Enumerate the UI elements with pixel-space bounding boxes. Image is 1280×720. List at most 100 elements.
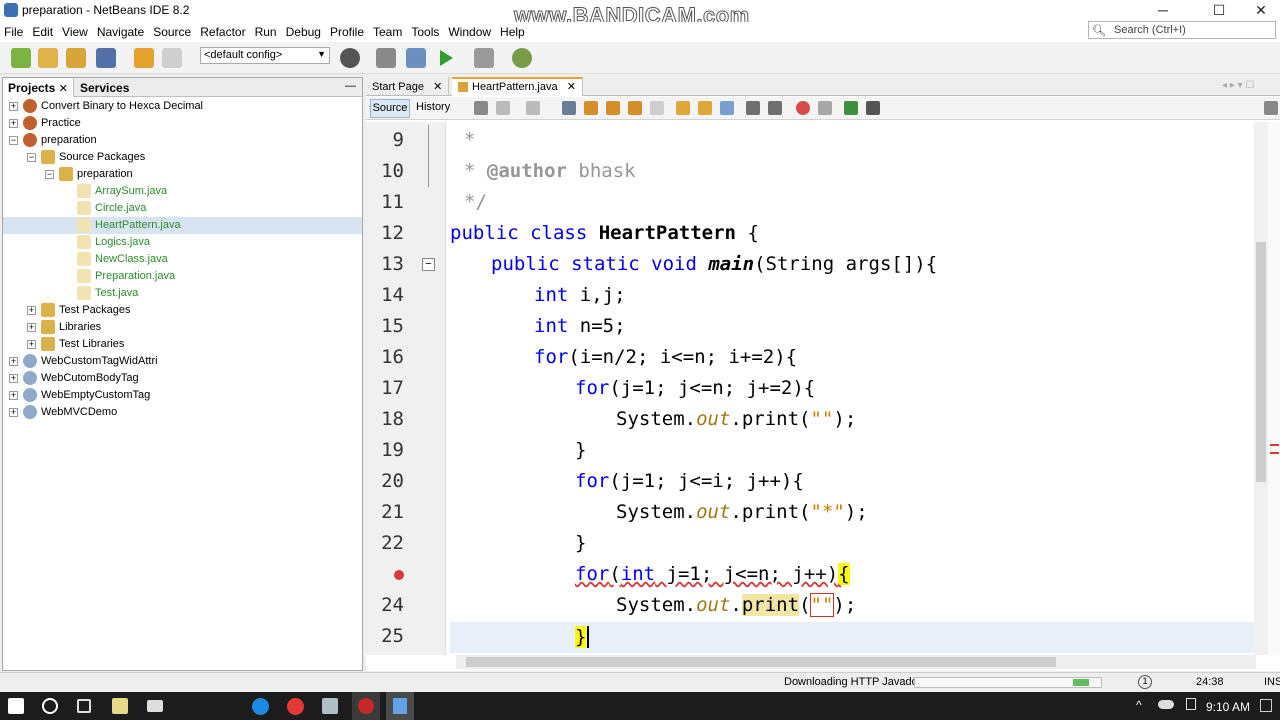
tree-item[interactable]: Test.java: [3, 285, 362, 302]
start-macro-icon[interactable]: [796, 101, 810, 115]
tab-services[interactable]: Services: [75, 78, 134, 97]
tree-item[interactable]: + WebCustomTagWidAttri: [3, 353, 362, 370]
clean-build-icon[interactable]: [406, 48, 426, 68]
tree-item[interactable]: Preparation.java: [3, 268, 362, 285]
code-line-23[interactable]: for(int j=1; j<=n; j++){: [575, 559, 850, 590]
error-mark[interactable]: [1270, 452, 1279, 454]
find-next-icon[interactable]: [606, 101, 620, 115]
menu-debug[interactable]: Debug: [282, 22, 326, 39]
netbeans-task[interactable]: [386, 692, 414, 720]
code-line-13[interactable]: public static void main(String args[]){: [491, 249, 937, 280]
open-project-icon[interactable]: [66, 48, 86, 68]
tree-item[interactable]: − preparation: [3, 166, 362, 183]
tree-item[interactable]: + Test Packages: [3, 302, 362, 319]
code-line-11[interactable]: */: [464, 187, 487, 218]
minimize-button[interactable]: ─: [1140, 0, 1186, 22]
code-line-20[interactable]: for(j=1; j<=i; j++){: [575, 466, 804, 497]
expand-icon[interactable]: +: [27, 306, 36, 315]
tab-navigation-icon[interactable]: ◂ ▸ ▾ ☐: [1222, 80, 1254, 91]
tab-projects[interactable]: Projects ✕: [3, 78, 74, 97]
toggle-bookmark-icon[interactable]: [720, 101, 734, 115]
tree-item[interactable]: NewClass.java: [3, 251, 362, 268]
expand-icon[interactable]: +: [9, 102, 18, 111]
notifications-icon[interactable]: 1: [1138, 675, 1152, 689]
toggle-highlight-icon[interactable]: [628, 101, 642, 115]
forward-icon[interactable]: [526, 101, 540, 115]
vertical-scrollbar[interactable]: [1254, 122, 1268, 655]
tree-item[interactable]: + Test Libraries: [3, 336, 362, 353]
menu-navigate[interactable]: Navigate: [93, 22, 149, 39]
menu-help[interactable]: Help: [496, 22, 530, 39]
code-line-16[interactable]: for(i=n/2; i<=n; i+=2){: [534, 342, 797, 373]
tree-item[interactable]: − Source Packages: [3, 149, 362, 166]
code-line-15[interactable]: int n=5;: [534, 311, 626, 342]
close-icon[interactable]: ✕: [59, 83, 68, 95]
tree-item[interactable]: + WebCutomBodyTag: [3, 370, 362, 387]
debug-icon[interactable]: [474, 48, 494, 68]
menu-window[interactable]: Window: [444, 22, 496, 39]
expand-icon[interactable]: +: [9, 408, 18, 417]
chrome-icon[interactable]: [287, 698, 304, 715]
config-select[interactable]: <default config> ▼: [200, 47, 330, 64]
tree-item[interactable]: + Libraries: [3, 319, 362, 336]
profile-icon[interactable]: [512, 48, 532, 68]
stop-macro-icon[interactable]: [818, 101, 832, 115]
error-stripe[interactable]: [1268, 122, 1280, 655]
menu-view[interactable]: View: [58, 22, 93, 39]
shift-left-icon[interactable]: [746, 101, 760, 115]
search-input[interactable]: 🔍︎ Search (Ctrl+I): [1088, 21, 1276, 39]
tree-item[interactable]: + Convert Binary to Hexca Decimal: [3, 98, 362, 115]
previous-bookmark-icon[interactable]: [676, 101, 690, 115]
menu-team[interactable]: Team: [369, 22, 407, 39]
mail-icon[interactable]: [147, 700, 163, 712]
scrollbar-thumb[interactable]: [466, 657, 1056, 667]
collapse-icon[interactable]: −: [9, 136, 18, 145]
speaker-icon[interactable]: [1186, 698, 1196, 710]
tab-start-page[interactable]: Start Page ✕: [366, 77, 450, 96]
last-edit-icon[interactable]: [474, 101, 488, 115]
back-icon[interactable]: [496, 101, 510, 115]
expand-icon[interactable]: +: [27, 323, 36, 332]
shift-right-icon[interactable]: [768, 101, 782, 115]
tree-item[interactable]: + Practice: [3, 115, 362, 132]
task-view-icon[interactable]: [77, 699, 91, 713]
tree-item[interactable]: + WebMVCDemo: [3, 404, 362, 421]
expand-icon[interactable]: +: [27, 340, 36, 349]
menu-tools[interactable]: Tools: [407, 22, 444, 39]
comment-icon[interactable]: [844, 101, 858, 115]
close-icon[interactable]: ✕: [567, 81, 576, 93]
expand-icon[interactable]: +: [9, 119, 18, 128]
history-mode-button[interactable]: History: [416, 101, 450, 113]
code-line-9[interactable]: *: [464, 125, 475, 156]
close-icon[interactable]: ✕: [433, 81, 442, 93]
code-line-25[interactable]: }: [575, 622, 590, 653]
tree-item[interactable]: − preparation: [3, 132, 362, 149]
minimize-panel-icon[interactable]: —: [345, 80, 356, 92]
edge-icon[interactable]: [252, 698, 269, 715]
error-icon[interactable]: [394, 570, 404, 580]
windows-start-icon[interactable]: [8, 698, 24, 714]
tree-item[interactable]: Circle.java: [3, 200, 362, 217]
code-line-12[interactable]: public class HeartPattern {: [450, 218, 759, 249]
tree-item[interactable]: Logics.java: [3, 234, 362, 251]
bandicam-task[interactable]: [352, 692, 380, 720]
code-line-22[interactable]: }: [575, 528, 586, 559]
find-previous-icon[interactable]: [584, 101, 598, 115]
menu-edit[interactable]: Edit: [28, 22, 58, 39]
code-line-21[interactable]: System.out.print("*");: [616, 497, 868, 528]
uncomment-icon[interactable]: [866, 101, 880, 115]
undo-icon[interactable]: [134, 48, 154, 68]
expand-icon[interactable]: +: [9, 357, 18, 366]
tree-item[interactable]: HeartPattern.java: [3, 217, 362, 234]
save-all-icon[interactable]: [96, 48, 116, 68]
code-line-18[interactable]: System.out.print("");: [616, 404, 856, 435]
menu-run[interactable]: Run: [251, 22, 282, 39]
tab-heartpattern[interactable]: HeartPattern.java ✕: [452, 77, 583, 96]
clock[interactable]: 9:10 AM: [1206, 700, 1250, 714]
code-line-19[interactable]: }: [575, 435, 586, 466]
error-mark[interactable]: [1270, 444, 1279, 446]
horizontal-scrollbar[interactable]: [456, 655, 1256, 669]
close-window-button[interactable]: ✕: [1238, 0, 1280, 22]
menu-source[interactable]: Source: [149, 22, 196, 39]
action-center-icon[interactable]: [1260, 699, 1272, 712]
